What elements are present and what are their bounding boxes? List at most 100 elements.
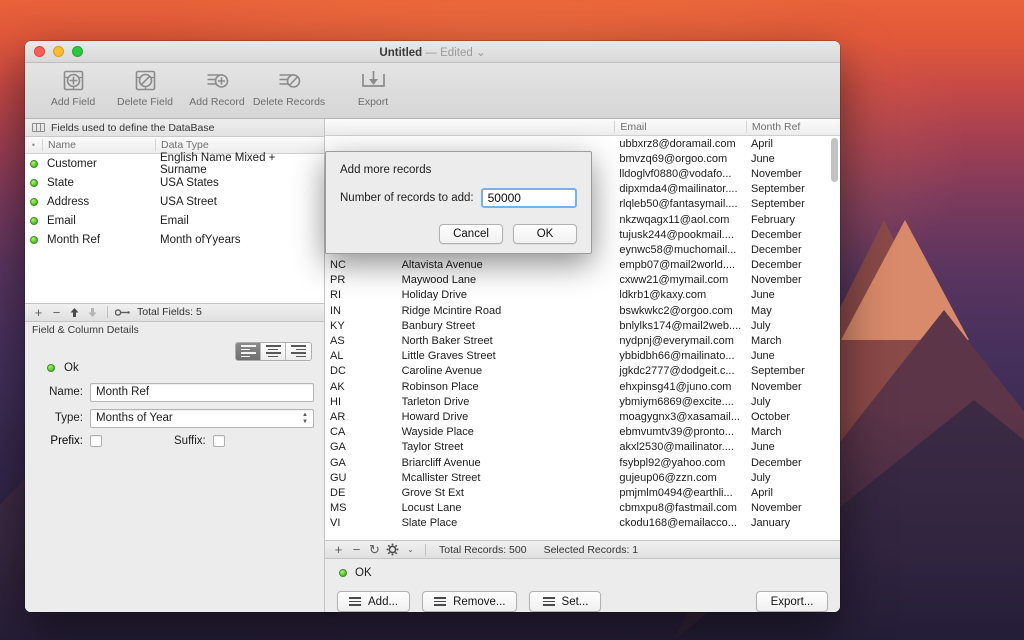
main-toolbar: Add Field Delete Field Add Record Delete… (25, 63, 840, 119)
window-controls[interactable] (34, 46, 83, 57)
alignment-button-group[interactable] (235, 341, 312, 361)
maximize-button[interactable] (72, 46, 83, 57)
table-row[interactable]: ubbxrz8@doramail.com April (325, 136, 840, 151)
move-field-down-icon[interactable] (85, 305, 100, 320)
record-address-cell: Wayside Place (401, 426, 474, 439)
table-row[interactable]: VI Slate Place ckodu168@emailacco... Januar… (325, 516, 840, 531)
status-indicator-icon (47, 363, 55, 372)
move-field-up-icon[interactable] (67, 305, 82, 320)
table-row[interactable]: AS North Baker Street nydpnj@everymail.com… (325, 333, 840, 348)
table-row[interactable]: AK Robinson Place ehxpinsg41@juno.com Novem… (325, 379, 840, 394)
remove-field-small-button[interactable]: − (49, 305, 64, 320)
minimize-button[interactable] (53, 46, 64, 57)
remove-record-small-button[interactable]: − (349, 542, 364, 557)
toolbar-add-record[interactable]: Add Record (181, 67, 253, 108)
add-record-small-button[interactable]: + (331, 542, 346, 557)
field-row[interactable]: Customer English Name Mixed + Surname (25, 152, 324, 176)
table-row[interactable]: GU Mcallister Street gujeup06@zzn.com July (325, 470, 840, 485)
field-row[interactable]: Email Email (25, 211, 324, 230)
export-button[interactable]: Export... (756, 591, 828, 612)
fields-table[interactable]: • Name Data Type Customer English Name Mi… (25, 137, 324, 303)
align-left-button[interactable] (236, 342, 261, 360)
record-month-cell: June (750, 350, 775, 363)
field-type-cell: Email (160, 214, 189, 227)
close-button[interactable] (34, 46, 45, 57)
field-name-input[interactable]: Month Ref (90, 382, 314, 402)
fields-header-name[interactable]: Name (42, 139, 155, 151)
record-email-cell: ubbxrz8@doramail.com (619, 137, 736, 150)
add-button[interactable]: Add... (337, 591, 411, 612)
field-name-row: Name: Month Ref (35, 382, 314, 402)
table-row[interactable]: AL Little Graves Street ybbidbh66@mailinat… (325, 349, 840, 364)
field-row[interactable]: Address USA Street (25, 192, 324, 211)
field-row[interactable]: State USA States (25, 173, 324, 192)
window-titlebar[interactable]: Untitled — Edited ⌄ (25, 41, 840, 63)
record-state-cell: NC (330, 259, 346, 272)
suffix-checkbox[interactable] (212, 434, 225, 447)
toolbar-add-field-label: Add Field (50, 96, 96, 108)
fields-header-type[interactable]: Data Type (155, 139, 324, 151)
table-row[interactable]: KY Banbury Street bnlylks174@mail2web.... J… (325, 318, 840, 333)
total-records-label: Total Records: 500 (439, 543, 527, 556)
field-enabled-icon[interactable] (25, 216, 42, 225)
table-row[interactable]: DC Caroline Avenue jgkdc2777@dodgeit.c... S… (325, 364, 840, 379)
remove-button[interactable]: Remove... (422, 591, 518, 612)
table-row[interactable]: NC Altavista Avenue empb07@mail2world.... D… (325, 258, 840, 273)
record-month-cell: June (750, 441, 775, 454)
stepper-icon[interactable]: ▲ ▼ (302, 412, 308, 425)
export-button-label: Export... (770, 595, 814, 608)
field-type-select[interactable]: Months of Year ▲ ▼ (90, 408, 314, 428)
records-header-email[interactable]: Email (614, 121, 746, 133)
field-row[interactable]: Month Ref Month ofYyears (25, 230, 324, 249)
record-month-cell: November (750, 167, 802, 180)
field-enabled-icon[interactable] (25, 178, 42, 187)
field-enabled-icon[interactable] (25, 159, 42, 168)
gear-icon[interactable] (385, 542, 400, 557)
dialog-cancel-button[interactable]: Cancel (439, 224, 503, 244)
global-status-text: OK (355, 567, 372, 579)
align-center-button[interactable] (261, 342, 286, 360)
record-month-cell: February (750, 213, 795, 226)
selected-records-label: Selected Records: 1 (543, 543, 639, 556)
record-state-cell: GA (330, 441, 346, 454)
add-field-small-button[interactable]: + (31, 305, 46, 320)
toolbar-add-record-label: Add Record (189, 96, 245, 108)
set-button[interactable]: Set... (529, 591, 602, 612)
table-row[interactable]: AR Howard Drive moagygnx3@xasamail... Octob… (325, 409, 840, 424)
table-row[interactable]: CA Wayside Place ebmvumtv39@pronto... March (325, 425, 840, 440)
align-right-button[interactable] (286, 342, 311, 360)
prefix-checkbox[interactable] (90, 434, 102, 447)
table-row[interactable]: RI Holiday Drive ldkrb1@kaxy.com June (325, 288, 840, 303)
table-row[interactable]: MS Locust Lane cbmxpu8@fastmail.com Novembe… (325, 501, 840, 516)
field-enabled-icon[interactable] (25, 235, 42, 244)
table-row[interactable]: DE Grove St Ext pmjmlm0494@earthli... April (325, 485, 840, 500)
field-name-cell: Month Ref (47, 233, 101, 246)
record-address-cell: North Baker Street (401, 335, 493, 348)
record-address-cell: Locust Lane (401, 502, 462, 515)
record-state-cell: AR (330, 410, 346, 423)
records-header-month[interactable]: Month Ref (745, 121, 840, 133)
record-month-cell: September (750, 198, 805, 211)
record-state-cell: MS (330, 502, 347, 515)
table-row[interactable]: HI Tarleton Drive ybmiym6869@excite.... Jul… (325, 394, 840, 409)
records-vertical-scrollbar[interactable] (831, 138, 838, 182)
toolbar-export[interactable]: Export (337, 67, 409, 108)
toolbar-delete-field[interactable]: Delete Field (109, 67, 181, 108)
record-address-cell: Howard Drive (401, 410, 469, 423)
table-row[interactable]: GA Taylor Street akxl2530@mailinator.... Ju… (325, 440, 840, 455)
toolbar-add-field[interactable]: Add Field (37, 67, 109, 108)
table-row[interactable]: GA Briarcliff Avenue fsybpl92@yahoo.com Dec… (325, 455, 840, 470)
table-row[interactable]: IN Ridge Mcintire Road bswkwkc2@orgoo.com M… (325, 303, 840, 318)
record-email-cell: pmjmlm0494@earthli... (619, 486, 733, 499)
table-row[interactable]: PR Maywood Lane cxww21@mymail.com November (325, 273, 840, 288)
field-enabled-icon[interactable] (25, 197, 42, 206)
records-count-input[interactable]: 50000 (480, 188, 577, 208)
record-month-cell: November (750, 502, 802, 515)
dialog-ok-button[interactable]: OK (513, 224, 577, 244)
left-panel-filler (25, 446, 324, 612)
chevron-down-icon[interactable]: ⌄ (476, 47, 486, 59)
toolbar-delete-records[interactable]: Delete Records (253, 67, 325, 108)
gear-chevron-icon[interactable]: ⌄ (403, 542, 418, 557)
refresh-icon[interactable]: ↻ (367, 542, 382, 557)
prefix-label: Prefix: (50, 434, 83, 447)
